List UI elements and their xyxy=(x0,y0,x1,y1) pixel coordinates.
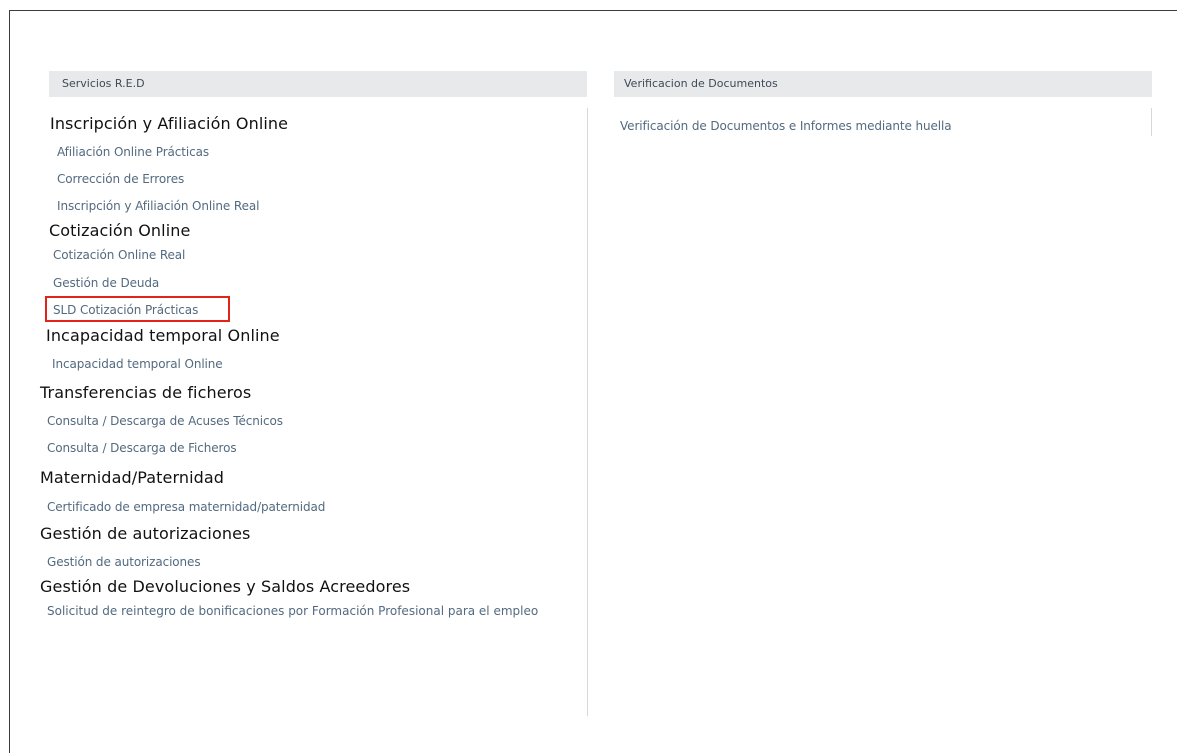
panel-divider xyxy=(587,108,588,716)
link-solicitud-reintegro[interactable]: Solicitud de reintegro de bonificaciones… xyxy=(40,603,580,619)
section-heading-devoluciones: Gestión de Devoluciones y Saldos Acreedo… xyxy=(40,577,411,596)
link-gestion-autorizaciones[interactable]: Gestión de autorizaciones xyxy=(47,554,201,570)
link-inscripcion-afiliacion-online-real[interactable]: Inscripción y Afiliación Online Real xyxy=(57,198,259,214)
link-consulta-ficheros[interactable]: Consulta / Descarga de Ficheros xyxy=(47,440,237,456)
link-incapacidad-temporal-online[interactable]: Incapacidad temporal Online xyxy=(52,356,223,372)
highlight-box xyxy=(45,296,230,322)
section-heading-inscripcion: Inscripción y Afiliación Online xyxy=(50,114,289,133)
link-cotizacion-online-real[interactable]: Cotización Online Real xyxy=(53,247,185,263)
section-heading-autorizaciones: Gestión de autorizaciones xyxy=(40,524,251,543)
section-heading-cotizacion: Cotización Online xyxy=(49,221,191,240)
section-heading-incapacidad: Incapacidad temporal Online xyxy=(46,326,280,345)
right-panel-divider xyxy=(1151,108,1152,136)
link-correccion-errores[interactable]: Corrección de Errores xyxy=(57,171,184,187)
servicios-red-header: Servicios R.E.D xyxy=(49,71,587,97)
link-verificacion-documentos-huella[interactable]: Verificación de Documentos e Informes me… xyxy=(620,118,952,134)
link-afiliacion-online-practicas[interactable]: Afiliación Online Prácticas xyxy=(57,144,209,160)
section-heading-maternidad: Maternidad/Paternidad xyxy=(40,468,225,487)
link-gestion-deuda[interactable]: Gestión de Deuda xyxy=(53,275,159,291)
link-consulta-acuses-tecnicos[interactable]: Consulta / Descarga de Acuses Técnicos xyxy=(47,413,283,429)
verificacion-documentos-header: Verificacion de Documentos xyxy=(614,71,1152,97)
section-heading-transferencias: Transferencias de ficheros xyxy=(40,383,252,402)
link-certificado-maternidad[interactable]: Certificado de empresa maternidad/patern… xyxy=(47,499,325,515)
